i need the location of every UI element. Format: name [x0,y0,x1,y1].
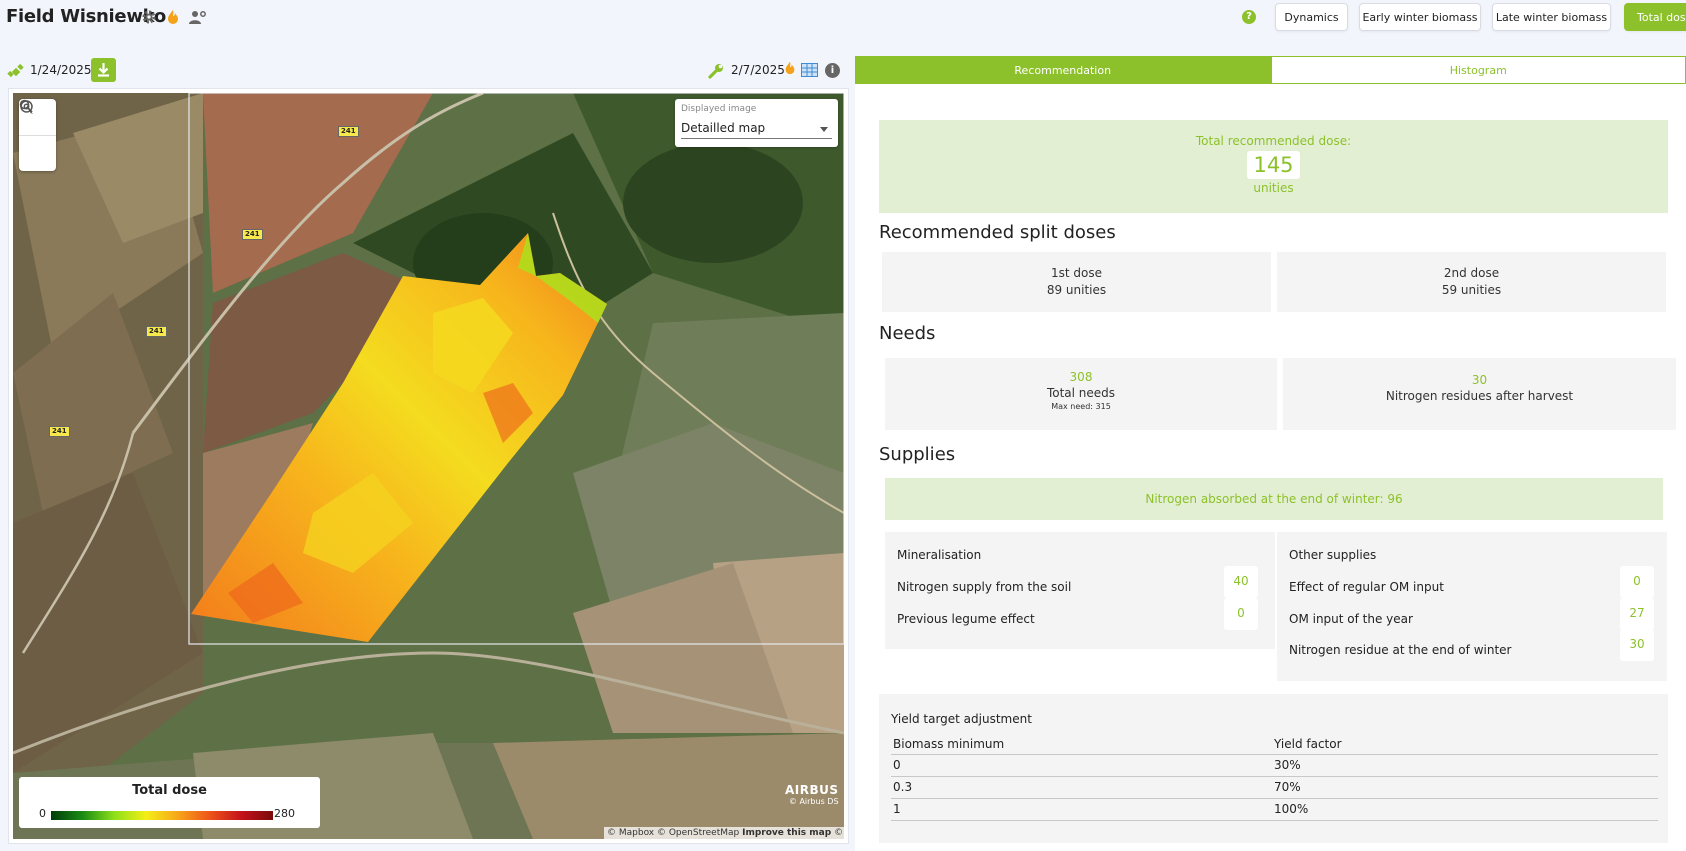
total-needs-label: Total needs [1046,386,1116,400]
maxar-link[interactable]: © Maxar [834,828,844,838]
total-needs-value: 308 [1069,370,1093,384]
soil-supply-label: Nitrogen supply from the soil [897,580,1072,594]
road-label: 241 [49,426,70,437]
nitrogen-absorbed-banner: Nitrogen absorbed at the end of winter: … [885,478,1663,520]
download-icon [98,63,109,77]
map-attribution: © Mapbox © OpenStreetMap Improve this ma… [604,827,844,839]
road-label: 241 [338,126,359,137]
yield-table: Biomass minimum Yield factor 0 30% 0.3 7… [891,734,1658,821]
table-row: 0 30% [891,754,1658,777]
map-imagery [13,93,844,839]
table-row: 1 100% [891,798,1658,821]
displayed-image-label: Displayed image [681,104,757,114]
table-row: 0.3 70% [891,776,1658,799]
regular-om-value: 0 [1620,566,1654,598]
legend-min: 0 [39,807,46,820]
total-dose-label: Total recommended dose: [1195,134,1352,148]
yield-target-card: Yield target adjustment Biomass minimum … [879,694,1668,843]
improve-map-link[interactable]: Improve this map [742,828,831,838]
second-dose-name: 2nd dose [1443,266,1500,280]
early-winter-biomass-button[interactable]: Early winter biomass [1359,3,1481,31]
users-settings-icon[interactable] [189,9,206,25]
total-needs-card: 308 Total needs Max need: 315 [885,358,1277,430]
max-need: Max need: 315 [1051,402,1111,411]
image-date-left: 1/24/2025 [30,63,92,77]
dynamics-button[interactable]: Dynamics [1275,3,1348,31]
second-dose-card: 2nd dose 59 unities [1277,252,1666,312]
map-panel: 241 241 241 241 Displayed image Detaille… [8,88,849,844]
split-doses-title: Recommended split doses [879,222,1116,243]
first-dose-name: 1st dose [1051,266,1102,280]
legend-title: Total dose [132,783,207,798]
displayed-image-select[interactable]: Displayed image Detailled map [675,99,838,147]
legume-effect-label: Previous legume effect [897,612,1035,626]
locate-icon [20,100,33,114]
table-header-row: Biomass minimum Yield factor [891,734,1658,755]
help-icon[interactable]: ? [1242,10,1256,24]
displayed-image-value: Detailled map [681,121,766,135]
wrench-icon[interactable] [707,62,725,84]
tab-histogram[interactable]: Histogram [1270,56,1686,84]
supplies-title: Supplies [879,444,956,465]
tab-recommendation[interactable]: Recommendation [855,56,1271,84]
gear-icon[interactable] [141,9,157,25]
residue-winter-label: Nitrogen residue at the end of winter [1289,643,1512,657]
first-dose-value: 89 unities [1046,283,1107,297]
road-label: 241 [146,326,167,337]
needs-title: Needs [879,323,936,344]
other-supplies-card: Other supplies Effect of regular OM inpu… [1277,532,1667,681]
flame-icon [165,9,181,25]
residues-card: 30 Nitrogen residues after harvest [1283,358,1676,430]
other-supplies-title: Other supplies [1289,548,1377,562]
residue-winter-value: 30 [1620,629,1654,661]
total-dose-card: Total recommended dose: 145 unities [879,120,1668,213]
late-winter-biomass-button[interactable]: Late winter biomass [1492,3,1611,31]
first-dose-card: 1st dose 89 unities [882,252,1271,312]
regular-om-label: Effect of regular OM input [1289,580,1444,594]
satellite-map[interactable]: 241 241 241 241 Displayed image Detaille… [13,93,844,839]
legume-effect-value: 0 [1224,598,1258,630]
mapbox-osm-link[interactable]: © Mapbox © OpenStreetMap [607,828,739,838]
second-dose-value: 59 unities [1441,283,1502,297]
total-dose-button[interactable]: Total dose [1624,3,1686,31]
road-label: 241 [242,229,263,240]
residues-label: Nitrogen residues after harvest [1385,389,1574,403]
mineralisation-title: Mineralisation [897,548,982,562]
total-dose-unit: unities [1253,181,1294,195]
map-legend: Total dose 0 280 [19,777,320,828]
header: Field Wisniewko ? Dynamics Early winter … [0,0,1686,36]
mineralisation-card: Mineralisation Nitrogen supply from the … [885,532,1275,649]
soil-supply-value: 40 [1224,566,1258,598]
total-dose-value: 145 [1247,151,1300,179]
airbus-logo: AIRBUS © Airbus DS [785,783,839,806]
download-button[interactable] [91,58,116,82]
om-year-value: 27 [1620,598,1654,630]
chevron-down-icon [820,127,828,132]
satellite-icon [7,63,25,85]
locate-button[interactable] [19,100,56,171]
residues-value: 30 [1471,373,1488,387]
flame-icon-small [783,60,797,80]
legend-max: 280 [274,807,295,820]
image-date-right: 2/7/2025 [731,63,785,77]
info-icon[interactable]: i [825,63,840,78]
yield-target-title: Yield target adjustment [891,712,1032,726]
map-controls [19,99,56,171]
panel-tabs: Recommendation Histogram [855,56,1686,84]
column-header: Biomass minimum [891,734,1272,755]
recommendation-panel: Total recommended dose: 145 unities Reco… [855,84,1686,851]
layers-grid-icon[interactable] [801,62,818,81]
legend-color-scale [51,811,273,820]
column-header: Yield factor [1272,734,1658,755]
om-year-label: OM input of the year [1289,612,1413,626]
